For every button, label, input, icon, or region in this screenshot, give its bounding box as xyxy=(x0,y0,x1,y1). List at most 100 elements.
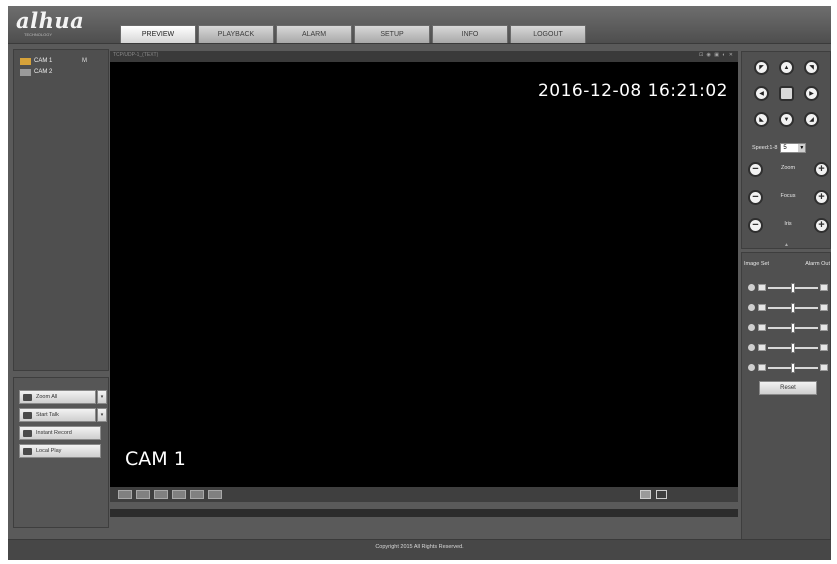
video-feed[interactable]: 2016-12-08 16:21:02 CAM 1 xyxy=(110,62,738,487)
zoom-control: − Zoom + xyxy=(748,162,829,178)
tab-image-set[interactable]: Image Set xyxy=(744,261,769,267)
ptz-down-left-icon[interactable]: ◣ xyxy=(754,112,769,127)
brightness-slider xyxy=(748,283,828,293)
ptz-toggle-icon[interactable] xyxy=(640,490,651,499)
footer: Copyright 2015 All Rights Reserved. xyxy=(8,539,831,560)
local-play-button[interactable]: Local Play xyxy=(19,444,101,458)
focus-control: − Focus + xyxy=(748,190,829,206)
tab-logout[interactable]: LOGOUT xyxy=(510,25,586,43)
split-9-icon[interactable] xyxy=(154,490,168,499)
brightness-decrease-button[interactable] xyxy=(758,284,766,291)
contrast-decrease-button[interactable] xyxy=(758,304,766,311)
ptz-panel: ◤ ▲ ◥ ◀ ▶ ◣ ▼ ◢ Speed:1-8 5 ▼ − Zoom + −… xyxy=(741,51,831,249)
zoom-icon xyxy=(23,393,32,401)
iris-label: Iris xyxy=(784,221,792,227)
saturation-slider xyxy=(748,323,828,333)
split-custom-icon[interactable] xyxy=(190,490,204,499)
video-toolbar-icons[interactable]: ⊡ ◉ ▣ ◐ ✕ xyxy=(699,52,734,58)
gain-decrease-button[interactable] xyxy=(758,364,766,371)
contrast-icon xyxy=(748,304,755,311)
hue-increase-button[interactable] xyxy=(820,344,828,351)
channel-list: CAM 1 M CAM 2 xyxy=(13,49,109,371)
focus-out-button[interactable]: − xyxy=(748,190,763,205)
saturation-icon xyxy=(748,324,755,331)
hue-slider xyxy=(748,343,828,353)
iris-close-button[interactable]: − xyxy=(748,218,763,233)
contrast-slider xyxy=(748,303,828,313)
tab-alarm-out[interactable]: Alarm Out xyxy=(805,261,830,267)
ptz-down-right-icon[interactable]: ◢ xyxy=(804,112,819,127)
zoom-all-button[interactable]: Zoom All xyxy=(19,390,96,404)
left-panel: CAM 1 M CAM 2 Zoom All ▾ Start Talk ▾ In… xyxy=(13,49,109,528)
fullscreen-icon[interactable] xyxy=(656,490,667,499)
stream-badge[interactable]: M xyxy=(82,56,87,67)
speed-select[interactable]: 5 ▼ xyxy=(780,143,807,153)
phone-icon xyxy=(23,411,32,419)
ptz-down-icon[interactable]: ▼ xyxy=(779,112,794,127)
gain-increase-button[interactable] xyxy=(820,364,828,371)
saturation-decrease-button[interactable] xyxy=(758,324,766,331)
collapse-icon[interactable]: ▲ xyxy=(784,242,789,248)
zoom-all-dropdown[interactable]: ▾ xyxy=(97,390,107,404)
tab-setup[interactable]: SETUP xyxy=(354,25,430,43)
tab-preview[interactable]: PREVIEW xyxy=(120,25,196,43)
ptz-right-icon[interactable]: ▶ xyxy=(804,86,819,101)
saturation-increase-button[interactable] xyxy=(820,324,828,331)
ptz-auto-icon[interactable] xyxy=(779,86,794,101)
speed-label: Speed:1-8 xyxy=(752,145,778,151)
tab-alarm[interactable]: ALARM xyxy=(276,25,352,43)
video-area: TCP/UDP-1_(TEXT) ⊡ ◉ ▣ ◐ ✕ 2016-12-08 16… xyxy=(110,51,738,527)
channel-item-cam2[interactable]: CAM 2 xyxy=(14,67,108,78)
action-panel: Zoom All ▾ Start Talk ▾ Instant Record L… xyxy=(13,377,109,528)
iris-open-button[interactable]: + xyxy=(814,218,829,233)
split-4-icon[interactable] xyxy=(136,490,150,499)
ptz-up-icon[interactable]: ▲ xyxy=(779,60,794,75)
tab-info[interactable]: INFO xyxy=(432,25,508,43)
film-icon xyxy=(23,447,32,455)
main-tabs: PREVIEW PLAYBACK ALARM SETUP INFO LOGOUT xyxy=(120,25,588,43)
zoom-in-button[interactable]: + xyxy=(814,162,829,177)
gain-slider xyxy=(748,363,828,373)
logo: alhua TECHNOLOGY xyxy=(16,10,112,38)
brightness-thumb[interactable] xyxy=(791,283,795,293)
contrast-increase-button[interactable] xyxy=(820,304,828,311)
split-16-icon[interactable] xyxy=(172,490,186,499)
progress-strip xyxy=(110,509,738,517)
contrast-thumb[interactable] xyxy=(791,303,795,313)
gain-icon xyxy=(748,364,755,371)
header: alhua TECHNOLOGY PREVIEW PLAYBACK ALARM … xyxy=(8,6,831,44)
brightness-icon xyxy=(748,284,755,291)
zoom-out-button[interactable]: − xyxy=(748,162,763,177)
start-talk-button[interactable]: Start Talk xyxy=(19,408,96,422)
hue-thumb[interactable] xyxy=(791,343,795,353)
saturation-thumb[interactable] xyxy=(791,323,795,333)
channel-label: CAM 1 xyxy=(34,58,53,64)
reset-button[interactable]: Reset xyxy=(759,381,817,395)
channel-item-cam1[interactable]: CAM 1 M xyxy=(14,56,108,67)
start-talk-dropdown[interactable]: ▾ xyxy=(97,408,107,422)
app-window: alhua TECHNOLOGY PREVIEW PLAYBACK ALARM … xyxy=(8,6,831,560)
channel-title: TCP/UDP-1_(TEXT) xyxy=(113,52,159,58)
ptz-up-left-icon[interactable]: ◤ xyxy=(754,60,769,75)
ptz-left-icon[interactable]: ◀ xyxy=(754,86,769,101)
zoom-label: Zoom xyxy=(780,165,796,171)
ptz-up-right-icon[interactable]: ◥ xyxy=(804,60,819,75)
gain-thumb[interactable] xyxy=(791,363,795,373)
video-title-bar: TCP/UDP-1_(TEXT) ⊡ ◉ ▣ ◐ ✕ xyxy=(110,51,738,62)
focus-label: Focus xyxy=(780,193,796,199)
split-1-icon[interactable] xyxy=(118,490,132,499)
split-fullscreen-icon[interactable] xyxy=(208,490,222,499)
focus-in-button[interactable]: + xyxy=(814,190,829,205)
instant-record-button[interactable]: Instant Record xyxy=(19,426,101,440)
logo-wordmark: alhua xyxy=(16,8,85,33)
instant-record-label: Instant Record xyxy=(36,430,72,436)
channel-label: CAM 2 xyxy=(34,69,53,75)
brightness-increase-button[interactable] xyxy=(820,284,828,291)
local-play-label: Local Play xyxy=(36,448,62,454)
osd-channel-name: CAM 1 xyxy=(125,448,186,470)
tab-playback[interactable]: PLAYBACK xyxy=(198,25,274,43)
camera-icon xyxy=(20,69,31,76)
hue-icon xyxy=(748,344,755,351)
camera-icon xyxy=(20,58,31,65)
hue-decrease-button[interactable] xyxy=(758,344,766,351)
